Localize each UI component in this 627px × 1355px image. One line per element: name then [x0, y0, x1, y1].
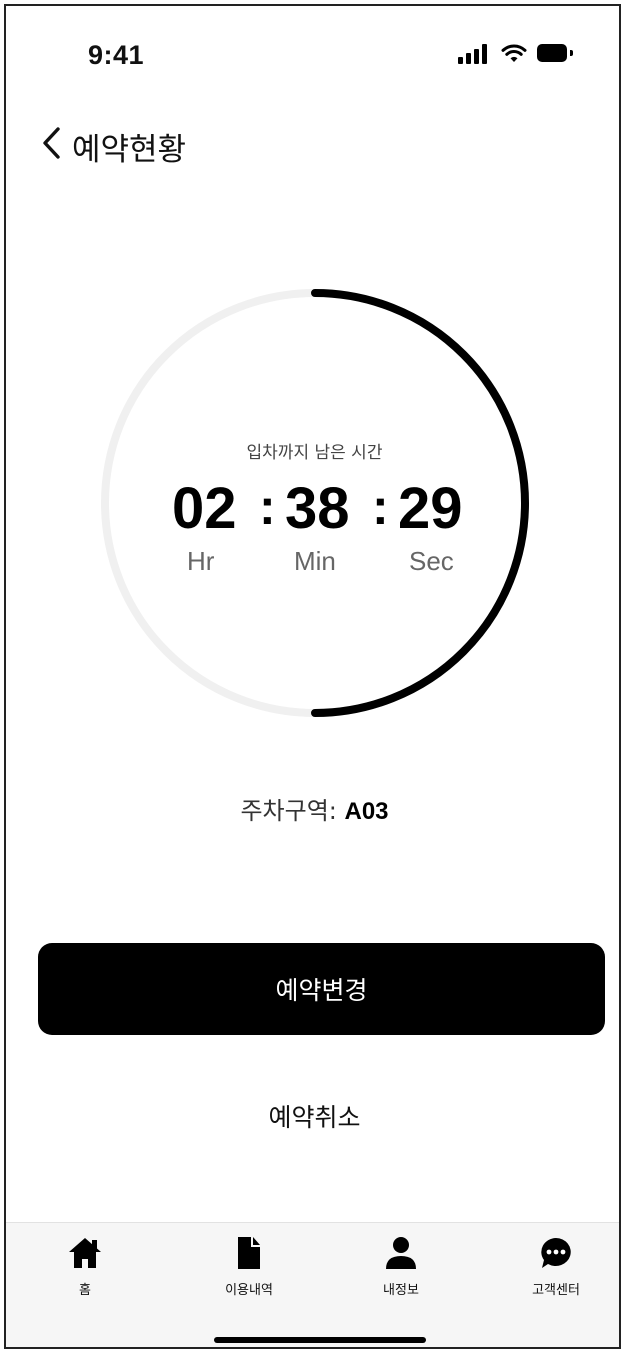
- home-indicator[interactable]: [214, 1337, 426, 1343]
- timer-unit-minutes: Min: [294, 546, 336, 576]
- change-reservation-button[interactable]: 예약변경: [38, 943, 605, 1035]
- tab-my-info[interactable]: 내정보: [346, 1235, 456, 1305]
- back-button[interactable]: [32, 121, 72, 165]
- timer-hours: 02: [172, 476, 237, 541]
- chat-icon: [536, 1235, 576, 1271]
- countdown-display: 02 : 38 : 29: [166, 474, 466, 544]
- tab-history[interactable]: 이용내역: [194, 1235, 304, 1305]
- timer-unit-seconds: Sec: [409, 546, 454, 576]
- chevron-left-icon: [43, 127, 60, 159]
- timer-minutes: 38: [285, 476, 350, 541]
- status-time: 9:41: [88, 40, 145, 70]
- tab-label: 이용내역: [225, 1283, 273, 1298]
- wifi-icon: [501, 44, 527, 62]
- tab-label: 고객센터: [532, 1283, 580, 1298]
- battery-icon: [537, 44, 573, 62]
- timer-separator: :: [372, 479, 389, 535]
- tab-customer-center[interactable]: 고객센터: [501, 1235, 611, 1305]
- parking-zone-value: A03: [344, 798, 389, 825]
- parking-zone: 주차구역: A03: [6, 791, 619, 826]
- person-icon: [381, 1235, 421, 1271]
- document-icon: [229, 1235, 269, 1271]
- cancel-reservation-button[interactable]: 예약취소: [6, 1098, 619, 1134]
- timer-seconds: 29: [398, 476, 463, 541]
- tab-label: 홈: [79, 1283, 91, 1298]
- page-title: 예약현황: [72, 132, 187, 168]
- cellular-signal-icon: [458, 44, 488, 64]
- tab-label: 내정보: [383, 1283, 419, 1298]
- tab-home[interactable]: 홈: [30, 1235, 140, 1305]
- phone-screen: 9:41 예약현황 입차까지 남은 시간 02 : 38 : 29 Hr Min…: [4, 4, 621, 1349]
- home-icon: [65, 1235, 105, 1271]
- bottom-tab-bar: 홈 이용내역 내정보 고객센터: [6, 1222, 619, 1347]
- timer-caption: 입차까지 남은 시간: [246, 443, 383, 463]
- timer-separator: :: [259, 479, 276, 535]
- timer-unit-hours: Hr: [187, 546, 215, 576]
- parking-zone-label: 주차구역:: [240, 797, 345, 825]
